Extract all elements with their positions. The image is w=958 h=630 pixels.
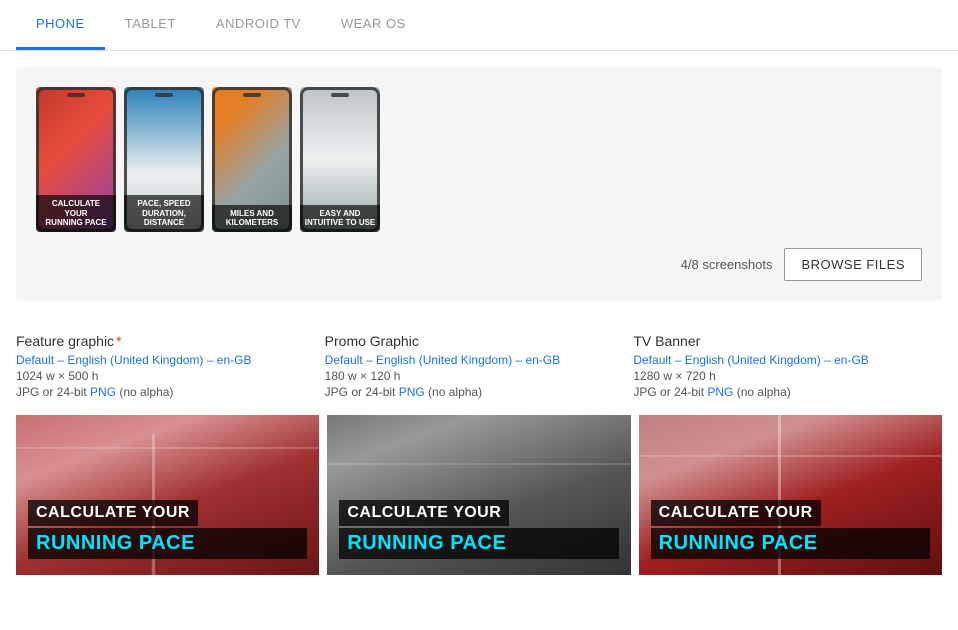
screenshot-thumb[interactable]: MILES ANDKILOMETERS bbox=[212, 87, 292, 232]
tab-tablet[interactable]: TABLET bbox=[105, 0, 196, 50]
preview-text-overlay: CALCULATE YOUR RUNNING PACE bbox=[28, 500, 307, 559]
preview-item-feature: CALCULATE YOUR RUNNING PACE bbox=[16, 415, 319, 575]
tv-banner-format: JPG or 24-bit PNG (no alpha) bbox=[633, 385, 942, 399]
phone-notch bbox=[331, 93, 349, 97]
preview-text-line1: CALCULATE YOUR bbox=[651, 500, 821, 526]
promo-graphic-dim: 180 w × 120 h bbox=[325, 369, 634, 383]
preview-text-line2: RUNNING PACE bbox=[28, 528, 307, 559]
preview-text-overlay: CALCULATE YOUR RUNNING PACE bbox=[651, 500, 930, 559]
preview-text-line2: RUNNING PACE bbox=[339, 528, 618, 559]
screenshots-count: 4/8 screenshots bbox=[681, 257, 773, 272]
tab-phone[interactable]: PHONE bbox=[16, 0, 105, 50]
screenshots-section: CALCULATE YOURRUNNING PACE PACE, SPEEDDU… bbox=[16, 67, 942, 301]
screenshots-footer: 4/8 screenshots BROWSE FILES bbox=[36, 248, 922, 281]
promo-graphic-info: Promo Graphic Default – English (United … bbox=[325, 333, 634, 399]
preview-text-overlay: CALCULATE YOUR RUNNING PACE bbox=[339, 500, 618, 559]
screenshot-thumb[interactable]: EASY ANDINTUITIVE TO USE bbox=[300, 87, 380, 232]
tv-banner-info: TV Banner Default – English (United King… bbox=[633, 333, 942, 399]
preview-item-tv: CALCULATE YOUR RUNNING PACE bbox=[639, 415, 942, 575]
track-divider bbox=[16, 447, 319, 449]
feature-graphic-info: Feature graphic* Default – English (Unit… bbox=[16, 333, 325, 399]
preview-item-promo: CALCULATE YOUR RUNNING PACE bbox=[327, 415, 630, 575]
info-row: Feature graphic* Default – English (Unit… bbox=[0, 317, 958, 407]
feature-graphic-dim: 1024 w × 500 h bbox=[16, 369, 325, 383]
feature-graphic-sub: Default – English (United Kingdom) – en-… bbox=[16, 353, 325, 367]
promo-graphic-format: JPG or 24-bit PNG (no alpha) bbox=[325, 385, 634, 399]
tv-banner-title: TV Banner bbox=[633, 333, 942, 349]
track-divider bbox=[639, 455, 942, 457]
screenshot-thumb[interactable]: PACE, SPEEDDURATION, DISTANCE bbox=[124, 87, 204, 232]
preview-text-line1: CALCULATE YOUR bbox=[28, 500, 198, 526]
tab-android-tv[interactable]: ANDROID TV bbox=[196, 0, 321, 50]
track-divider bbox=[327, 463, 630, 465]
tv-banner-dim: 1280 w × 720 h bbox=[633, 369, 942, 383]
preview-row: CALCULATE YOUR RUNNING PACE CALCULATE YO… bbox=[0, 407, 958, 591]
screenshot-thumb[interactable]: CALCULATE YOURRUNNING PACE bbox=[36, 87, 116, 232]
screenshots-row: CALCULATE YOURRUNNING PACE PACE, SPEEDDU… bbox=[36, 87, 922, 232]
screenshot-caption: MILES ANDKILOMETERS bbox=[212, 205, 292, 232]
tab-bar: PHONE TABLET ANDROID TV WEAR OS bbox=[0, 0, 958, 51]
tv-banner-sub: Default – English (United Kingdom) – en-… bbox=[633, 353, 942, 367]
preview-text-line2: RUNNING PACE bbox=[651, 528, 930, 559]
screenshot-caption: CALCULATE YOURRUNNING PACE bbox=[36, 195, 116, 232]
promo-graphic-sub: Default – English (United Kingdom) – en-… bbox=[325, 353, 634, 367]
browse-files-button[interactable]: BROWSE FILES bbox=[784, 248, 922, 281]
screenshot-caption: PACE, SPEEDDURATION, DISTANCE bbox=[124, 195, 204, 232]
promo-graphic-title: Promo Graphic bbox=[325, 333, 634, 349]
feature-graphic-format: JPG or 24-bit PNG (no alpha) bbox=[16, 385, 325, 399]
tab-wear-os[interactable]: WEAR OS bbox=[321, 0, 426, 50]
feature-graphic-title: Feature graphic* bbox=[16, 333, 325, 349]
required-star: * bbox=[116, 333, 121, 349]
phone-notch bbox=[155, 93, 173, 97]
phone-notch bbox=[67, 93, 85, 97]
preview-text-line1: CALCULATE YOUR bbox=[339, 500, 509, 526]
screenshot-caption: EASY ANDINTUITIVE TO USE bbox=[300, 205, 380, 232]
phone-notch bbox=[243, 93, 261, 97]
